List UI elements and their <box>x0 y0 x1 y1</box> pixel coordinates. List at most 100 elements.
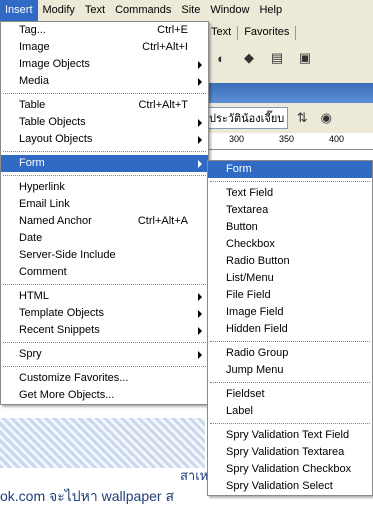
menu-item-label: Fieldset <box>226 388 265 400</box>
menu-item-label: Image <box>19 41 50 53</box>
menu-separator <box>1 363 208 370</box>
flash-icon[interactable]: ◐ <box>211 49 231 67</box>
submenu-arrow-icon <box>198 78 202 86</box>
form-menu-item-fieldset[interactable]: Fieldset <box>208 386 372 403</box>
form-menu-item-list-menu[interactable]: List/Menu <box>208 270 372 287</box>
menu-text[interactable]: Text <box>80 0 110 21</box>
insert-menu-item-image-objects[interactable]: Image Objects <box>1 56 208 73</box>
insert-menu-item-recent-snippets[interactable]: Recent Snippets <box>1 322 208 339</box>
form-menu-item-spry-validation-checkbox[interactable]: Spry Validation Checkbox <box>208 461 372 478</box>
menu-item-label: Text Field <box>226 187 274 199</box>
file-management-icon[interactable]: ⇅ <box>292 109 312 127</box>
form-menu-item-radio-button[interactable]: Radio Button <box>208 253 372 270</box>
menu-item-label: Spry Validation Text Field <box>226 429 350 441</box>
insert-menu-item-server-side-include[interactable]: Server-Side Include <box>1 247 208 264</box>
document-toolbar: ประวัติน้องเจี๊ยบ ⇅ ◉ <box>205 107 373 129</box>
menu-shortcut: Ctrl+Alt+T <box>138 99 188 111</box>
menu-item-label: HTML <box>19 290 49 302</box>
menu-bar: Insert Modify Text Commands Site Window … <box>0 0 373 22</box>
menu-item-label: Table <box>19 99 46 111</box>
submenu-arrow-icon <box>198 351 202 359</box>
panel-title-band <box>205 83 373 103</box>
menu-shortcut: Ctrl+E <box>157 24 188 36</box>
insert-menu-item-spry[interactable]: Spry <box>1 346 208 363</box>
menu-item-label: Table Objects <box>19 116 86 128</box>
insert-menu-item-hyperlink[interactable]: Hyperlink <box>1 179 208 196</box>
menu-item-label: Checkbox <box>226 238 275 250</box>
tag-chooser-icon[interactable]: ▤ <box>267 49 287 67</box>
insert-menu-item-date[interactable]: Date <box>1 230 208 247</box>
menu-site[interactable]: Site <box>176 0 205 21</box>
menu-item-label: Comment <box>19 266 67 278</box>
menu-help[interactable]: Help <box>254 0 287 21</box>
menu-item-label: Radio Group <box>226 347 289 359</box>
document-title-field[interactable]: ประวัติน้องเจี๊ยบ <box>205 107 289 129</box>
submenu-arrow-icon <box>198 61 202 69</box>
horizontal-ruler: 300 350 400 <box>205 133 373 150</box>
menu-item-label: Customize Favorites... <box>19 372 129 384</box>
insert-menu-item-table-objects[interactable]: Table Objects <box>1 114 208 131</box>
menu-separator <box>1 172 208 179</box>
form-menu-item-spry-validation-text-field[interactable]: Spry Validation Text Field <box>208 427 372 444</box>
menu-separator <box>208 178 372 185</box>
form-menu-item-file-field[interactable]: File Field <box>208 287 372 304</box>
insert-menu-item-form[interactable]: Form <box>1 155 208 172</box>
template-icon[interactable]: ◆ <box>239 49 259 67</box>
ruler-label: 400 <box>329 134 345 144</box>
menu-item-label: Get More Objects... <box>19 389 115 401</box>
insert-menu-item-email-link[interactable]: Email Link <box>1 196 208 213</box>
form-menu-item-jump-menu[interactable]: Jump Menu <box>208 362 372 379</box>
menu-separator <box>1 90 208 97</box>
form-menu-item-button[interactable]: Button <box>208 219 372 236</box>
menu-modify[interactable]: Modify <box>38 0 80 21</box>
form-menu-item-spry-validation-select[interactable]: Spry Validation Select <box>208 478 372 495</box>
insert-menu-item-comment[interactable]: Comment <box>1 264 208 281</box>
form-menu-item-form[interactable]: Form <box>208 161 372 178</box>
menu-item-label: Recent Snippets <box>19 324 100 336</box>
menu-item-label: Image Objects <box>19 58 90 70</box>
menu-shortcut: Ctrl+Alt+A <box>137 215 188 227</box>
insert-menu-item-media[interactable]: Media <box>1 73 208 90</box>
submenu-arrow-icon <box>198 119 202 127</box>
tab-text[interactable]: Text <box>205 26 239 40</box>
favorites-icon[interactable]: ▣ <box>295 49 315 67</box>
insert-menu-item-get-more-objects[interactable]: Get More Objects... <box>1 387 208 404</box>
menu-window[interactable]: Window <box>205 0 254 21</box>
menu-item-label: Form <box>19 157 45 169</box>
menu-item-label: Textarea <box>226 204 269 216</box>
form-submenu: Form Text Field Textarea Button Checkbox Radi… <box>207 160 373 496</box>
form-menu-item-hidden-field[interactable]: Hidden Field <box>208 321 372 338</box>
menu-separator <box>208 379 372 386</box>
submenu-arrow-icon <box>198 293 202 301</box>
form-menu-item-checkbox[interactable]: Checkbox <box>208 236 372 253</box>
menu-item-label: Spry Validation Select <box>226 480 333 492</box>
menu-item-label: Tag... <box>19 24 46 36</box>
insert-menu-item-html[interactable]: HTML <box>1 288 208 305</box>
preview-icon[interactable]: ◉ <box>316 109 336 127</box>
tab-favorites[interactable]: Favorites <box>238 26 297 40</box>
menu-item-label: Named Anchor <box>19 215 92 227</box>
menu-item-label: Button <box>226 221 258 233</box>
submenu-arrow-icon <box>198 136 202 144</box>
insert-panel-tabs: Text Favorites <box>205 26 297 40</box>
menu-separator <box>208 338 372 345</box>
menu-separator <box>208 420 372 427</box>
form-menu-item-text-field[interactable]: Text Field <box>208 185 372 202</box>
form-menu-item-label[interactable]: Label <box>208 403 372 420</box>
form-menu-item-spry-validation-textarea[interactable]: Spry Validation Textarea <box>208 444 372 461</box>
menu-item-label: Email Link <box>19 198 70 210</box>
insert-menu-item-customize-favorites[interactable]: Customize Favorites... <box>1 370 208 387</box>
menu-item-label: Date <box>19 232 43 244</box>
insert-menu-item-template-objects[interactable]: Template Objects <box>1 305 208 322</box>
form-menu-item-image-field[interactable]: Image Field <box>208 304 372 321</box>
menu-insert[interactable]: Insert <box>0 0 38 21</box>
form-menu-item-radio-group[interactable]: Radio Group <box>208 345 372 362</box>
menu-item-label: Image Field <box>226 306 284 318</box>
menu-commands[interactable]: Commands <box>110 0 176 21</box>
insert-menu-item-table[interactable]: Table Ctrl+Alt+T <box>1 97 208 114</box>
insert-menu-item-layout-objects[interactable]: Layout Objects <box>1 131 208 148</box>
form-menu-item-textarea[interactable]: Textarea <box>208 202 372 219</box>
insert-menu-item-tag[interactable]: Tag... Ctrl+E <box>1 22 208 39</box>
insert-menu-item-named-anchor[interactable]: Named Anchor Ctrl+Alt+A <box>1 213 208 230</box>
insert-menu-item-image[interactable]: Image Ctrl+Alt+I <box>1 39 208 56</box>
